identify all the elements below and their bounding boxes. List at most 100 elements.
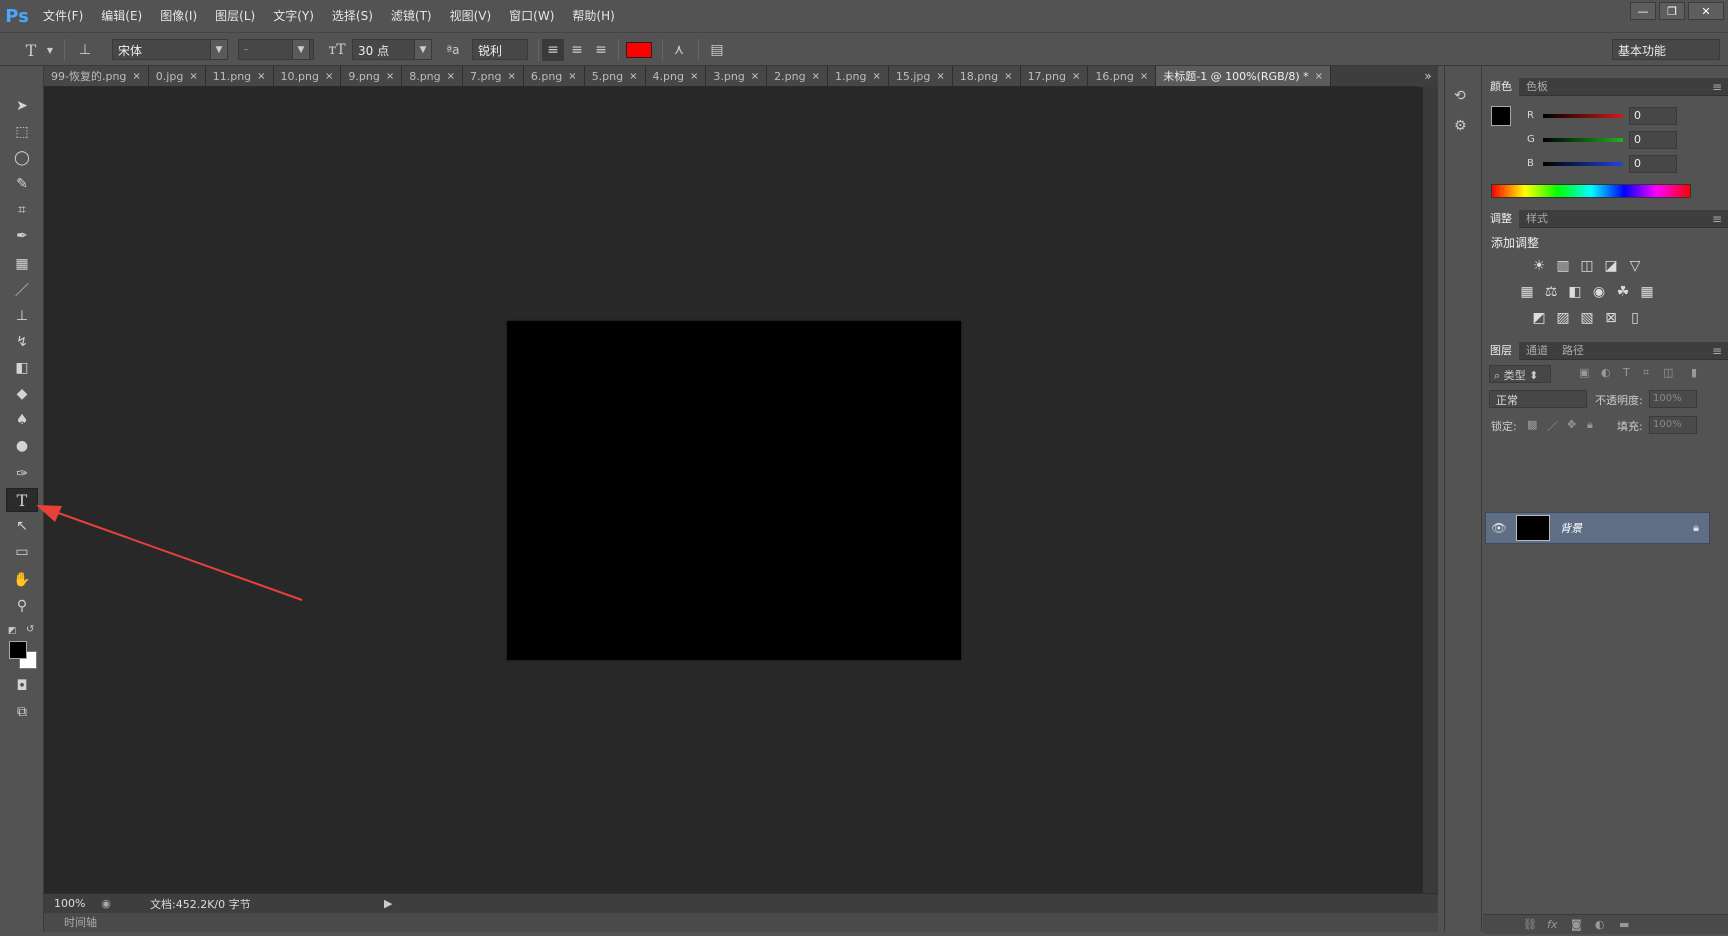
align-left-icon[interactable]: ≡	[542, 39, 564, 61]
color-lookup-icon[interactable]: ▦	[1637, 282, 1657, 302]
close-icon[interactable]: ×	[1140, 66, 1148, 86]
paint-bucket-tool-icon[interactable]: ◆	[6, 382, 38, 406]
zoom-level[interactable]: 100%	[44, 897, 96, 910]
chevron-down-icon[interactable]: ▼	[210, 39, 228, 60]
green-slider[interactable]	[1543, 138, 1623, 142]
tab-document[interactable]: 1.png ×	[828, 66, 889, 86]
color-balance-icon[interactable]: ⚖	[1541, 282, 1561, 302]
close-icon[interactable]: ×	[812, 66, 820, 86]
filter-adjustment-icon[interactable]: ◐	[1601, 366, 1611, 379]
blend-mode-select[interactable]: 正常	[1489, 390, 1587, 408]
swap-colors-icon[interactable]: ↺	[26, 624, 34, 635]
close-icon[interactable]: ×	[386, 66, 394, 86]
dodge-tool-icon[interactable]: ●	[6, 434, 38, 458]
lasso-tool-icon[interactable]: ◯	[6, 146, 38, 170]
tab-document[interactable]: 17.png ×	[1020, 66, 1089, 86]
curves-icon[interactable]: ◫	[1577, 256, 1597, 276]
path-select-tool-icon[interactable]: ↖	[6, 514, 38, 538]
tab-layers[interactable]: 图层	[1483, 341, 1519, 360]
history-brush-tool-icon[interactable]: ↯	[6, 330, 38, 354]
channel-mixer-icon[interactable]: ☘	[1613, 282, 1633, 302]
close-icon[interactable]: ×	[1315, 66, 1323, 86]
close-icon[interactable]: ×	[1004, 66, 1012, 86]
menu-filter[interactable]: 滤镜(T)	[382, 0, 441, 32]
tabs-overflow-button[interactable]: »	[1418, 66, 1438, 87]
font-family-select[interactable]: 宋体	[112, 39, 212, 60]
menu-file[interactable]: 文件(F)	[34, 0, 92, 32]
threshold-icon[interactable]: ▧	[1577, 308, 1597, 328]
green-value-input[interactable]: 0	[1629, 131, 1677, 149]
default-colors-icon[interactable]: ◩	[8, 626, 17, 636]
tab-document[interactable]: 15.jpg ×	[888, 66, 953, 86]
tab-channels[interactable]: 通道	[1519, 342, 1555, 360]
tab-document[interactable]: 4.png ×	[645, 66, 707, 86]
healing-brush-tool-icon[interactable]: ▦	[6, 252, 38, 276]
eye-icon[interactable]: 👁︎	[1486, 521, 1512, 535]
link-layers-icon[interactable]: ⛓	[1523, 918, 1537, 931]
tab-document[interactable]: 0.jpg ×	[148, 66, 206, 86]
document-canvas[interactable]	[507, 321, 961, 660]
layer-row[interactable]: 👁︎ 背景 🔒︎	[1485, 512, 1710, 544]
character-panel-icon[interactable]: ▤	[706, 39, 728, 61]
tab-color[interactable]: 颜色	[1483, 77, 1519, 96]
move-tool-icon[interactable]: ➤	[6, 94, 38, 118]
chevron-down-icon[interactable]: ▼	[414, 39, 432, 60]
eraser-tool-icon[interactable]: ◧	[6, 356, 38, 380]
opacity-input[interactable]: 100%	[1649, 390, 1697, 408]
play-arrow-icon[interactable]: ▶	[384, 897, 392, 910]
close-icon[interactable]: ×	[447, 66, 455, 86]
eyedropper-tool-icon[interactable]: ✒	[6, 224, 38, 248]
crop-tool-icon[interactable]: ⌗	[6, 198, 38, 222]
menu-edit[interactable]: 编辑(E)	[92, 0, 151, 32]
tab-document[interactable]: 11.png ×	[205, 66, 274, 86]
type-tool-icon[interactable]: T	[6, 488, 38, 512]
filter-toggle-icon[interactable]: ▮	[1691, 366, 1697, 379]
menu-select[interactable]: 选择(S)	[323, 0, 382, 32]
tab-document-active[interactable]: 未标题-1 @ 100%(RGB/8) * ×	[1156, 66, 1332, 86]
tab-adjustments[interactable]: 调整	[1483, 209, 1519, 228]
quick-select-tool-icon[interactable]: ✎	[6, 172, 38, 196]
lock-all-icon[interactable]: 🔒︎	[1587, 418, 1593, 432]
panel-menu-icon[interactable]: ≡	[1712, 212, 1728, 226]
tab-document[interactable]: 3.png ×	[706, 66, 768, 86]
invert-icon[interactable]: ◩	[1529, 308, 1549, 328]
close-icon[interactable]: ×	[325, 66, 333, 86]
tab-document[interactable]: 99-恢复的.png ×	[44, 66, 149, 86]
restore-button[interactable]: ❐	[1659, 2, 1685, 20]
close-icon[interactable]: ×	[257, 66, 265, 86]
filter-shape-icon[interactable]: ⌗	[1643, 366, 1649, 380]
foreground-color-swatch[interactable]	[9, 641, 27, 659]
vibrance-icon[interactable]: ▽	[1625, 256, 1645, 276]
selective-color-icon[interactable]: ⊠	[1601, 308, 1621, 328]
tab-document[interactable]: 6.png ×	[523, 66, 585, 86]
close-icon[interactable]: ×	[629, 66, 637, 86]
menu-type[interactable]: 文字(Y)	[264, 0, 323, 32]
exposure-icon[interactable]: ◪	[1601, 256, 1621, 276]
close-icon[interactable]: ×	[568, 66, 576, 86]
close-icon[interactable]: ×	[189, 66, 197, 86]
text-orientation-icon[interactable]: ⊥	[74, 39, 96, 61]
chevron-down-icon[interactable]: ▼	[292, 39, 310, 60]
properties-panel-icon[interactable]: ⚙	[1454, 118, 1467, 134]
close-icon[interactable]: ×	[872, 66, 880, 86]
tab-swatches[interactable]: 色板	[1519, 78, 1555, 96]
history-panel-icon[interactable]: ⟲	[1454, 88, 1466, 104]
minimize-button[interactable]: —	[1630, 2, 1656, 20]
filter-smart-object-icon[interactable]: ◫	[1663, 366, 1673, 379]
levels-icon[interactable]: ▥	[1553, 256, 1573, 276]
menu-layer[interactable]: 图层(L)	[206, 0, 264, 32]
tab-document[interactable]: 8.png ×	[402, 66, 464, 86]
close-icon[interactable]: ×	[936, 66, 944, 86]
zoom-tool-icon[interactable]: ⚲	[6, 594, 38, 618]
chevron-down-icon[interactable]: ▼	[44, 39, 56, 61]
foreground-color-swatch[interactable]	[1491, 106, 1511, 126]
tab-document[interactable]: 18.png ×	[952, 66, 1021, 86]
posterize-icon[interactable]: ▨	[1553, 308, 1573, 328]
panel-menu-icon[interactable]: ≡	[1712, 344, 1728, 358]
tab-document[interactable]: 10.png ×	[273, 66, 342, 86]
text-color-swatch[interactable]	[626, 42, 652, 58]
filter-type-icon[interactable]: T	[1623, 366, 1630, 379]
add-mask-icon[interactable]: ◙	[1571, 918, 1582, 931]
menu-view[interactable]: 视图(V)	[441, 0, 501, 32]
red-value-input[interactable]: 0	[1629, 107, 1677, 125]
